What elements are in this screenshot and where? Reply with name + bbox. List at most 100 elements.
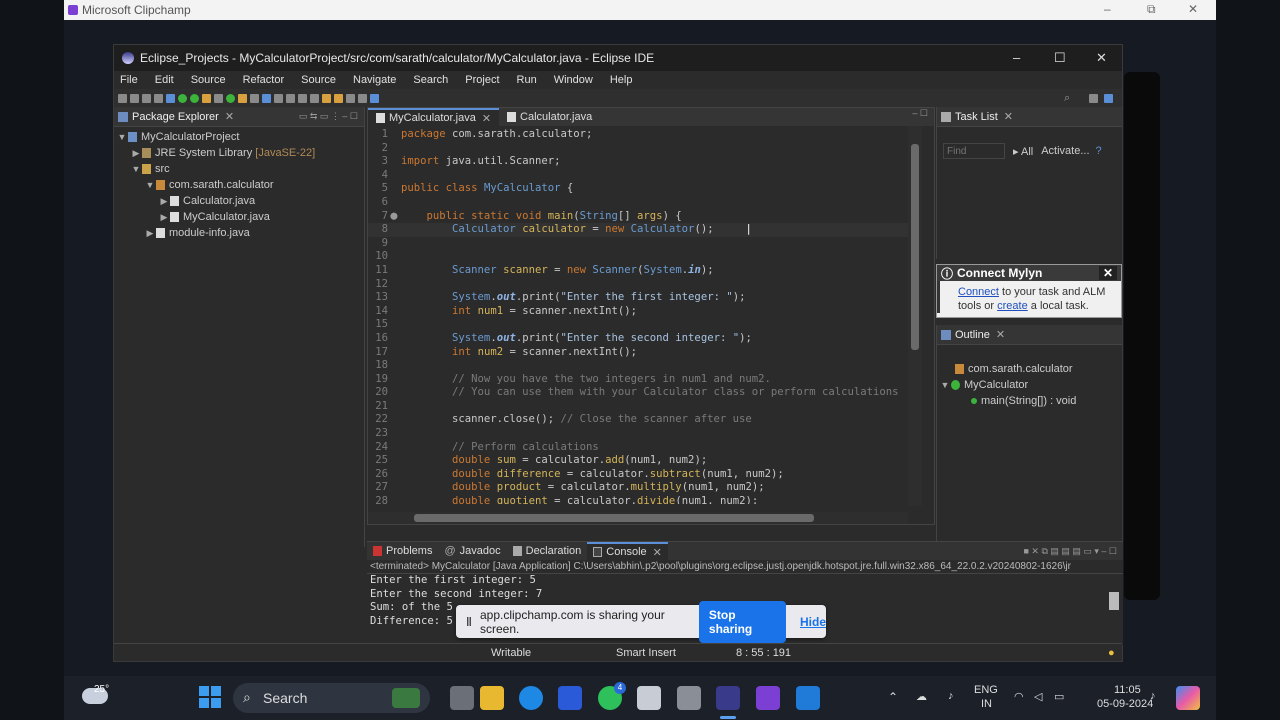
save-all-icon[interactable] [142, 93, 151, 103]
console-scroll-thumb[interactable] [1109, 592, 1119, 610]
coverage-icon[interactable] [190, 93, 199, 103]
lightbulb-icon[interactable]: ● [1108, 647, 1115, 659]
mylyn-create-link[interactable]: create [997, 300, 1028, 312]
expand-arrow-icon[interactable]: ▼ [130, 161, 142, 177]
tree-item-module-info[interactable]: ▶ module-info.java [114, 225, 364, 241]
mylyn-close-icon[interactable]: ✕ [1098, 266, 1117, 280]
expand-arrow-icon[interactable]: ▼ [116, 129, 128, 145]
menu-edit[interactable]: Edit [155, 74, 174, 86]
quick-access-search-icon[interactable]: ⌕ [1064, 92, 1070, 105]
clipchamp-restore-button[interactable]: ⧉ [1147, 2, 1156, 17]
file-explorer-icon[interactable] [480, 686, 504, 710]
clock-date[interactable]: 05-09-2024 [1097, 698, 1153, 710]
next-annotation-icon[interactable] [322, 93, 331, 103]
tree-item-src[interactable]: ▼ src [114, 161, 364, 177]
eclipse-close-button[interactable]: ✕ [1096, 50, 1107, 66]
task-filter-all[interactable]: ▸ All [1013, 145, 1033, 158]
outline-item-method[interactable]: main(String[]) : void [937, 393, 1122, 409]
mark-occurrences-icon[interactable] [286, 93, 295, 103]
volume-icon[interactable]: ◁ [1034, 690, 1042, 703]
outline-tab[interactable]: Outline ✕ [937, 325, 1122, 345]
tab-close-icon[interactable]: ✕ [482, 112, 491, 125]
tray-overflow-icon[interactable]: ⌃ [888, 690, 898, 704]
mail-icon[interactable] [796, 686, 820, 710]
menu-source-2[interactable]: Source [301, 74, 336, 86]
editor-min-max-icon[interactable]: – ☐ [912, 108, 928, 126]
copilot-icon[interactable] [1176, 686, 1200, 710]
tree-item-calculator-java[interactable]: ▶ Calculator.java [114, 193, 364, 209]
tab-calculator-java[interactable]: Calculator.java [499, 108, 600, 126]
visual-studio-icon[interactable] [558, 686, 582, 710]
open-type-icon[interactable] [238, 93, 247, 103]
debug-icon[interactable] [166, 93, 175, 103]
region-label[interactable]: IN [981, 698, 992, 710]
task-list-tab[interactable]: Task List ✕ [937, 107, 1122, 127]
microphone-icon[interactable]: ♪ [948, 690, 954, 702]
console-toolbar-icons[interactable]: ■ ✕ ⧉ ▤ ▤ ▤ ▭ ▾ – ☐ [1023, 546, 1117, 557]
new-icon[interactable] [118, 93, 127, 103]
battery-icon[interactable]: ▭ [1054, 690, 1064, 703]
expand-arrow-icon[interactable]: ▶ [130, 145, 142, 161]
whitespace-icon[interactable] [310, 93, 319, 103]
package-explorer-tab[interactable]: Package Explorer ✕ ▭ ⇆ ▭ ⋮ – ☐ [114, 107, 364, 127]
task-find-input[interactable] [943, 143, 1005, 159]
wifi-icon[interactable]: ◠ [1014, 690, 1024, 703]
task-list-close-icon[interactable]: ✕ [1004, 110, 1013, 123]
prev-annotation-icon[interactable] [334, 93, 343, 103]
outline-item-package[interactable]: com.sarath.calculator [937, 361, 1122, 377]
external-tools-icon[interactable] [202, 93, 211, 103]
task-icon[interactable] [262, 93, 271, 103]
menu-refactor[interactable]: Refactor [243, 74, 285, 86]
calculator-icon[interactable] [677, 686, 701, 710]
view-menu-icon[interactable]: ▭ ⇆ ▭ ⋮ – ☐ [299, 111, 358, 122]
clipchamp-close-button[interactable]: ✕ [1188, 2, 1198, 16]
tab-javadoc[interactable]: @ Javadoc [438, 545, 506, 557]
tree-item-jre[interactable]: ▶ JRE System Library [JavaSE-22] [114, 145, 364, 161]
new-package-icon[interactable] [214, 93, 223, 103]
tab-mycalculator-java[interactable]: MyCalculator.java ✕ [368, 108, 500, 126]
tree-item-project[interactable]: ▼ MyCalculatorProject [114, 129, 364, 145]
expand-arrow-icon[interactable]: ▶ [158, 193, 170, 209]
fold-marker-icon[interactable]: ⬤ [390, 210, 398, 224]
toggle-block-icon[interactable] [298, 93, 307, 103]
clipchamp-minimize-button[interactable]: – [1104, 2, 1111, 16]
clock-time[interactable]: 11:05 [1114, 684, 1141, 696]
menu-source[interactable]: Source [191, 74, 226, 86]
outline-close-icon[interactable]: ✕ [996, 328, 1005, 341]
menu-navigate[interactable]: Navigate [353, 74, 396, 86]
code-area[interactable]: 1 package com.sarath.calculator; 2 3 impor… [368, 128, 908, 504]
search-tool-icon[interactable] [250, 93, 259, 103]
stop-sharing-button[interactable]: Stop sharing [698, 600, 786, 643]
tree-item-mycalculator-java[interactable]: ▶ MyCalculator.java [114, 209, 364, 225]
editor-vertical-scroll-thumb[interactable] [911, 144, 919, 350]
task-view-icon[interactable] [450, 686, 474, 710]
status-insert-mode[interactable]: Smart Insert [616, 647, 676, 659]
save-icon[interactable] [130, 93, 139, 103]
menu-help[interactable]: Help [610, 74, 633, 86]
eclipse-minimize-button[interactable]: – [1013, 50, 1020, 65]
run-icon[interactable] [178, 93, 187, 103]
taskbar-search-box[interactable]: ⌕ Search [233, 683, 430, 713]
tab-declaration[interactable]: Declaration [507, 545, 588, 557]
notepad-icon[interactable] [637, 686, 661, 710]
clipchamp-taskbar-icon[interactable] [756, 686, 780, 710]
tree-item-package[interactable]: ▼ com.sarath.calculator [114, 177, 364, 193]
forward-icon[interactable] [358, 93, 367, 103]
new-class-icon[interactable] [226, 93, 235, 103]
undo-icon[interactable] [154, 93, 163, 103]
menu-file[interactable]: File [120, 74, 138, 86]
eclipse-maximize-button[interactable]: ☐ [1054, 50, 1066, 66]
expand-arrow-icon[interactable]: ▼ [144, 177, 156, 193]
language-label[interactable]: ENG [974, 684, 998, 696]
menu-project[interactable]: Project [465, 74, 499, 86]
java-perspective-icon[interactable] [1104, 93, 1113, 103]
tab-problems[interactable]: Problems [367, 545, 438, 557]
annotation-icon[interactable] [274, 93, 283, 103]
menu-window[interactable]: Window [554, 74, 593, 86]
open-perspective-icon[interactable] [1089, 93, 1098, 103]
eclipse-taskbar-icon[interactable] [716, 686, 740, 710]
back-icon[interactable] [346, 93, 355, 103]
expand-arrow-icon[interactable]: ▶ [144, 225, 156, 241]
expand-arrow-icon[interactable]: ▶ [158, 209, 170, 225]
task-activate-link[interactable]: Activate... [1041, 145, 1089, 157]
